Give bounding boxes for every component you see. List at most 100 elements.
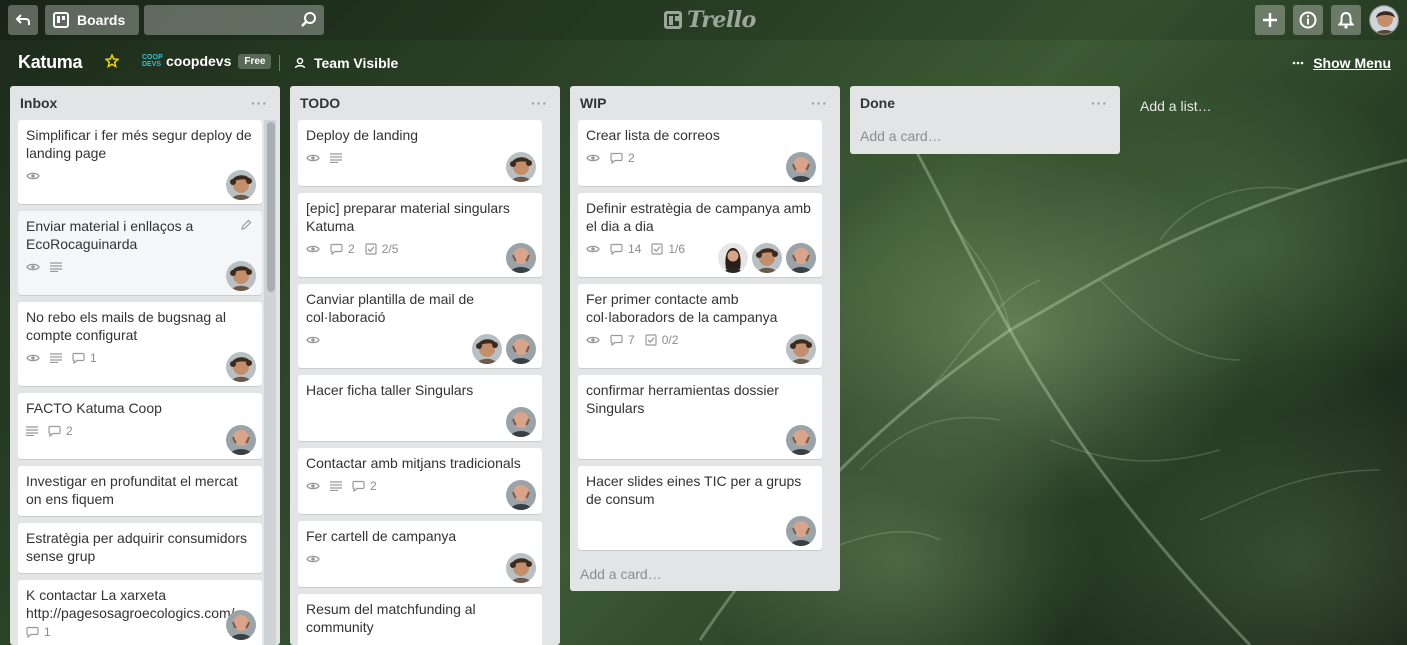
list-header[interactable]: TODO ···: [290, 86, 560, 120]
more-dots-icon: [1292, 61, 1304, 65]
member-avatar-curly[interactable]: [752, 243, 782, 273]
list-menu-icon[interactable]: ···: [1091, 95, 1108, 111]
card[interactable]: FACTO Katuma Coop 2: [18, 393, 262, 459]
card[interactable]: Enviar material i enllaços a EcoRocaguin…: [18, 211, 262, 295]
member-avatar-curly[interactable]: [506, 553, 536, 583]
card-title: Fer primer contacte amb col·laboradors d…: [586, 291, 778, 325]
card[interactable]: Simplificar i fer més segur deploy de la…: [18, 120, 262, 204]
star-icon[interactable]: [105, 54, 119, 68]
list-title[interactable]: Done: [860, 95, 895, 111]
boards-icon: [53, 12, 69, 28]
member-avatar-bald[interactable]: [786, 243, 816, 273]
eye-icon: [306, 244, 320, 254]
card[interactable]: Estratègia per adquirir consumidors sens…: [18, 523, 262, 573]
member-avatar-bald[interactable]: [226, 610, 256, 640]
card[interactable]: Canviar plantilla de mail de col·laborac…: [298, 284, 542, 368]
card-members: [506, 553, 536, 583]
board-title[interactable]: Katuma: [18, 52, 83, 73]
eye-icon: [306, 153, 320, 163]
card-title: Canviar plantilla de mail de col·laborac…: [306, 291, 475, 325]
member-avatar-bald[interactable]: [226, 425, 256, 455]
description-icon: [26, 426, 38, 436]
list-todo: TODO ··· Deploy de landing [epic] prepar…: [290, 86, 560, 645]
card-title: FACTO Katuma Coop: [26, 400, 162, 416]
notifications-button[interactable]: [1331, 5, 1361, 35]
checklist-badge: 2/5: [365, 242, 398, 256]
boards-button[interactable]: Boards: [45, 5, 139, 35]
list-title[interactable]: WIP: [580, 95, 606, 111]
member-avatar-bald[interactable]: [786, 516, 816, 546]
card[interactable]: Fer primer contacte amb col·laboradors d…: [578, 284, 822, 368]
card[interactable]: Investigar en profunditat el mercat on e…: [18, 466, 262, 516]
card-members: [506, 480, 536, 510]
list-menu-icon[interactable]: ···: [531, 95, 548, 111]
show-menu-button[interactable]: Show Menu: [1292, 55, 1391, 71]
card-members: [506, 152, 536, 182]
team-button[interactable]: COOP DEVS coopdevs Free: [142, 53, 272, 69]
list-title[interactable]: TODO: [300, 95, 340, 111]
card[interactable]: Contactar amb mitjans tradicionals 2: [298, 448, 542, 514]
info-button[interactable]: [1293, 5, 1323, 35]
visibility-button[interactable]: Team Visible: [294, 55, 398, 71]
list-menu-icon[interactable]: ···: [251, 95, 268, 111]
team-name: coopdevs: [166, 53, 232, 69]
member-avatar-curly[interactable]: [226, 261, 256, 291]
list-title[interactable]: Inbox: [20, 95, 57, 111]
member-avatar-bald[interactable]: [506, 480, 536, 510]
search-icon[interactable]: [300, 11, 318, 29]
list-header[interactable]: WIP ···: [570, 86, 840, 120]
member-avatar-curly[interactable]: [472, 334, 502, 364]
search-input[interactable]: [144, 5, 324, 35]
list-menu-icon[interactable]: ···: [811, 95, 828, 111]
edit-pencil-icon[interactable]: [240, 219, 252, 231]
card-members: [506, 243, 536, 273]
checklist-icon: [365, 243, 377, 255]
member-avatar-woman[interactable]: [718, 243, 748, 273]
list-scrollbar-thumb[interactable]: [267, 122, 275, 292]
comment-badge: 1: [26, 625, 51, 639]
member-avatar-bald[interactable]: [786, 425, 816, 455]
list-header[interactable]: Done ···: [850, 86, 1120, 120]
card[interactable]: confirmar herramientas dossier Singulars: [578, 375, 822, 459]
card[interactable]: Resum del matchfunding al community: [298, 594, 542, 645]
card[interactable]: K contactar La xarxeta http://pagesosagr…: [18, 580, 262, 645]
card-members: [718, 243, 816, 273]
card[interactable]: Crear lista de correos 2: [578, 120, 822, 186]
comment-icon: [26, 626, 39, 638]
back-button[interactable]: [8, 5, 38, 35]
card-members: [786, 334, 816, 364]
add-card-button[interactable]: Add a card…: [580, 566, 662, 582]
add-list-button[interactable]: Add a list…: [1130, 94, 1320, 120]
comment-icon: [610, 152, 623, 164]
card-members: [506, 407, 536, 437]
member-avatar-bald[interactable]: [506, 407, 536, 437]
member-avatar-curly[interactable]: [226, 352, 256, 382]
comment-badge: 1: [72, 351, 97, 365]
eye-icon: [586, 335, 600, 345]
card-title: Investigar en profunditat el mercat on e…: [26, 473, 238, 507]
card[interactable]: Hacer slides eines TIC per a grups de co…: [578, 466, 822, 550]
comment-badge: 2: [48, 424, 73, 438]
member-avatar-bald[interactable]: [506, 334, 536, 364]
card[interactable]: Hacer ficha taller Singulars: [298, 375, 542, 441]
card[interactable]: Fer cartell de campanya: [298, 521, 542, 587]
member-avatar-curly[interactable]: [506, 152, 536, 182]
card-title: Resum del matchfunding al community: [306, 601, 476, 635]
user-avatar[interactable]: [1369, 5, 1399, 35]
trello-logo[interactable]: Trello: [664, 6, 756, 34]
list-header[interactable]: Inbox ···: [10, 86, 280, 120]
coopdevs-logo: COOP DEVS: [142, 54, 163, 68]
create-button[interactable]: [1255, 5, 1285, 35]
info-icon: [1299, 11, 1317, 29]
card[interactable]: No rebo els mails de bugsnag al compte c…: [18, 302, 262, 386]
comment-icon: [352, 480, 365, 492]
card[interactable]: Deploy de landing: [298, 120, 542, 186]
member-avatar-bald[interactable]: [786, 152, 816, 182]
member-avatar-curly[interactable]: [226, 170, 256, 200]
card[interactable]: [epic] preparar material singulars Katum…: [298, 193, 542, 277]
description-icon: [50, 353, 62, 363]
add-card-button[interactable]: Add a card…: [860, 128, 942, 144]
member-avatar-bald[interactable]: [506, 243, 536, 273]
card[interactable]: Definir estratègia de campanya amb el di…: [578, 193, 822, 277]
member-avatar-curly[interactable]: [786, 334, 816, 364]
